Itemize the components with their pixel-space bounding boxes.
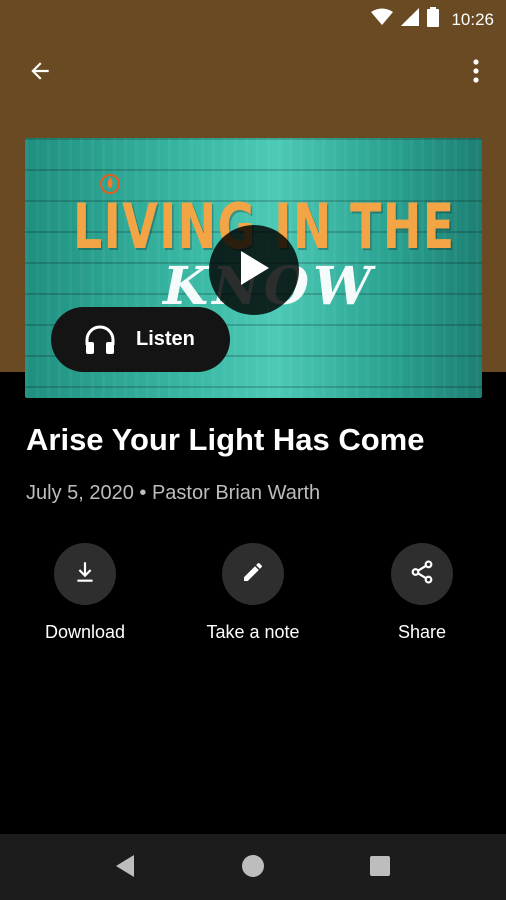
download-circle — [54, 543, 116, 605]
pencil-icon — [241, 560, 265, 589]
circle-home-icon — [241, 854, 265, 883]
sermon-meta: July 5, 2020 • Pastor Brian Warth — [26, 482, 321, 504]
download-button[interactable]: Download — [0, 543, 170, 643]
listen-label: Listen — [136, 328, 195, 350]
triangle-back-icon — [114, 854, 136, 883]
share-icon — [409, 559, 435, 590]
headphones-icon — [84, 325, 116, 355]
more-options-button[interactable] — [456, 53, 496, 93]
back-button[interactable] — [20, 53, 60, 93]
sermon-title: Arise Your Light Has Come — [26, 422, 425, 457]
take-note-button[interactable]: Take a note — [168, 543, 338, 643]
play-button[interactable] — [209, 225, 299, 315]
download-label: Download — [44, 622, 126, 642]
signal-icon — [401, 8, 420, 31]
status-time: 10:26 — [451, 9, 494, 29]
more-vert-icon — [472, 58, 480, 88]
take-note-circle — [222, 543, 284, 605]
nav-recents-button[interactable] — [364, 852, 396, 884]
square-recents-icon — [369, 855, 391, 882]
system-nav-bar — [0, 834, 506, 900]
battery-icon — [427, 7, 440, 32]
share-button[interactable]: Share — [337, 543, 506, 643]
status-bar: 10:26 — [0, 0, 506, 36]
nav-back-button[interactable] — [109, 852, 141, 884]
share-circle — [391, 543, 453, 605]
download-icon — [72, 559, 98, 590]
wifi-icon — [371, 8, 394, 31]
take-note-label: Take a note — [206, 622, 300, 642]
play-icon — [237, 249, 271, 292]
status-icons: 10:26 — [371, 7, 494, 32]
listen-button[interactable]: Listen — [51, 307, 230, 372]
share-label: Share — [397, 622, 447, 642]
arrow-left-icon — [27, 58, 53, 89]
nav-home-button[interactable] — [237, 852, 269, 884]
